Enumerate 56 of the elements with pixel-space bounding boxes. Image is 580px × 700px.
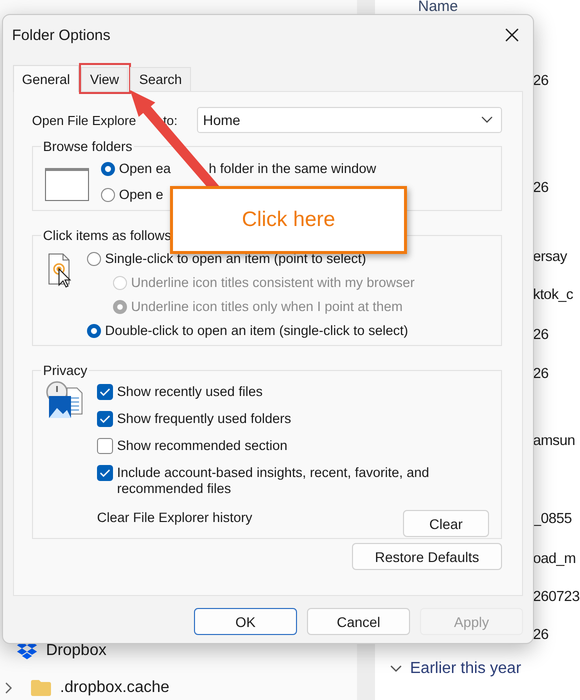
checkmark-icon bbox=[99, 414, 111, 424]
checkbox-label[interactable]: Show recently used files bbox=[117, 384, 457, 400]
chevron-icon[interactable] bbox=[390, 665, 402, 673]
file-name[interactable]: 26 bbox=[533, 366, 549, 382]
restore-defaults-button[interactable]: Restore Defaults bbox=[352, 543, 502, 570]
tab[interactable]: General bbox=[13, 65, 80, 92]
checkbox-label[interactable]: Show frequently used folders bbox=[117, 411, 457, 427]
file-name[interactable]: 260723 bbox=[533, 589, 580, 605]
dialog-button[interactable]: OK bbox=[194, 608, 297, 635]
dropbox-icon bbox=[16, 641, 38, 661]
clear-history-label: Clear File Explorer history bbox=[97, 510, 252, 525]
checkbox[interactable] bbox=[97, 438, 113, 454]
chevron-icon[interactable] bbox=[4, 682, 12, 694]
window-icon bbox=[45, 168, 89, 201]
option-label[interactable]: Double-click to open an item (single-click to select) bbox=[105, 323, 408, 338]
field-label: Open File Explore bbox=[32, 112, 136, 128]
group-title: Browse folders bbox=[42, 139, 134, 154]
file-name[interactable]: 26 bbox=[533, 327, 549, 343]
group-title: Click items as follows bbox=[42, 228, 172, 243]
column-header[interactable]: Name bbox=[418, 0, 458, 15]
folder-icon bbox=[30, 679, 52, 697]
section-header[interactable]: Earlier this year bbox=[410, 660, 522, 678]
checkbox-label[interactable]: Include account-based insights, recent, favorite, and recommended files bbox=[117, 465, 457, 497]
file-name[interactable]: 26 bbox=[533, 180, 549, 196]
group-title: Privacy bbox=[42, 363, 88, 378]
file-name[interactable]: ktok_c bbox=[533, 287, 574, 303]
checkbox[interactable] bbox=[97, 465, 113, 481]
option-label[interactable]: Single-click to open an item (point to select) bbox=[105, 251, 366, 266]
nav-item-label[interactable]: .dropbox.cache bbox=[60, 679, 170, 697]
window-title: Folder Options bbox=[12, 26, 110, 44]
file-name[interactable]: ersay bbox=[533, 249, 567, 265]
dropdown[interactable]: Home bbox=[197, 107, 502, 133]
dialog-button[interactable]: Cancel bbox=[307, 608, 410, 635]
checkbox[interactable] bbox=[97, 411, 113, 427]
chevron-down-icon[interactable] bbox=[481, 116, 493, 124]
checkbox-label[interactable]: Show recommended section bbox=[117, 438, 457, 454]
radio-button[interactable] bbox=[87, 252, 101, 266]
tab[interactable]: Search bbox=[130, 67, 191, 91]
file-name[interactable]: oad_m bbox=[533, 551, 576, 567]
checkmark-icon bbox=[99, 387, 111, 397]
nav-item-label[interactable]: Dropbox bbox=[46, 642, 106, 660]
checkbox[interactable] bbox=[97, 384, 113, 400]
callout-text: Click here bbox=[242, 208, 336, 232]
checkmark-icon bbox=[99, 468, 111, 478]
close-icon[interactable] bbox=[505, 28, 519, 42]
file-name[interactable]: _0855 bbox=[533, 511, 572, 527]
file-name[interactable]: amsun bbox=[533, 433, 576, 449]
radio-button[interactable] bbox=[101, 162, 115, 176]
option-label[interactable]: h folder in the same window bbox=[208, 161, 376, 176]
clear-button[interactable]: Clear bbox=[403, 510, 489, 537]
file-name[interactable]: 26 bbox=[533, 627, 549, 643]
file-name[interactable]: 26 bbox=[533, 73, 549, 89]
radio-button[interactable] bbox=[101, 188, 115, 202]
option-label[interactable]: Open ea bbox=[119, 161, 171, 176]
radio-button[interactable] bbox=[87, 324, 101, 338]
option-label[interactable]: Open e bbox=[119, 187, 164, 202]
